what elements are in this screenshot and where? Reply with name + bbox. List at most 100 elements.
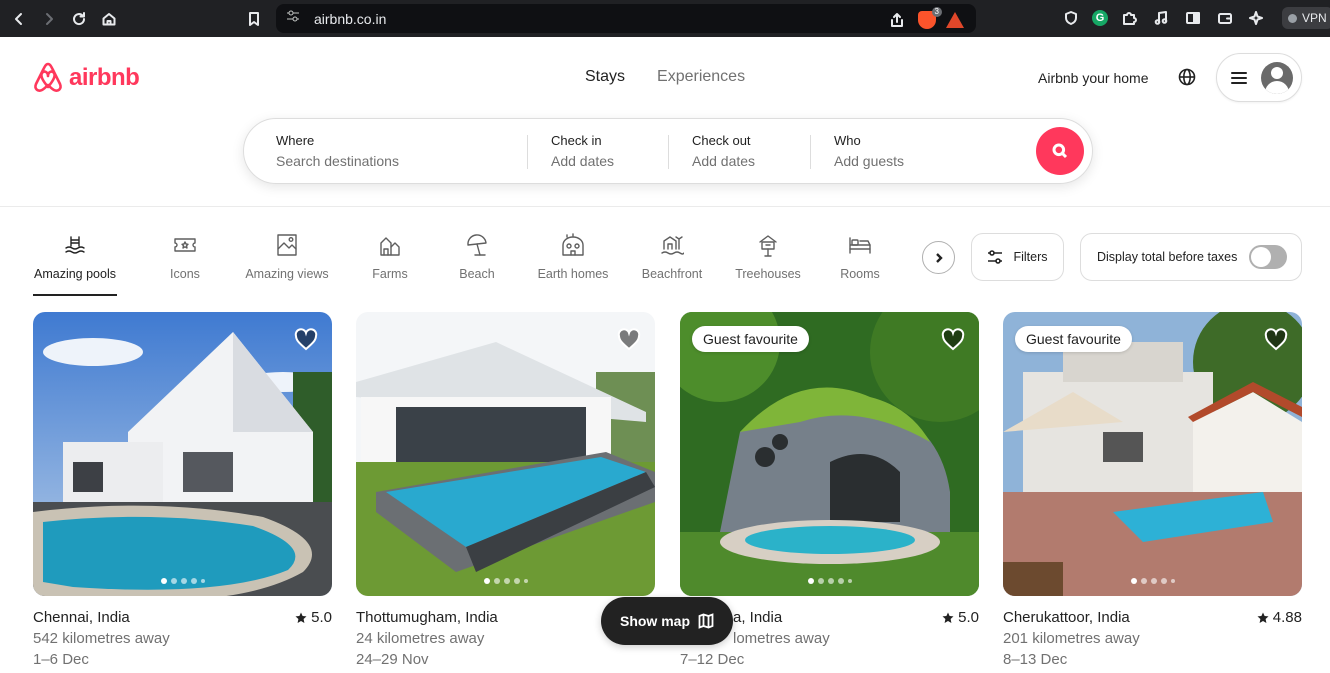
share-icon[interactable] (886, 9, 908, 31)
category-beach[interactable]: Beach (458, 233, 496, 297)
listing-photo[interactable] (33, 312, 332, 596)
checkin-value: Add dates (551, 153, 615, 169)
tab-experiences[interactable]: Experiences (657, 68, 745, 86)
category-beachfront[interactable]: Beachfront (639, 233, 705, 297)
listing-photo[interactable]: Guest favourite (680, 312, 979, 596)
listing-card[interactable]: Chennai, India 5.0 542 kilometres away 1… (33, 312, 332, 668)
brand-name: airbnb (69, 63, 140, 91)
reload-icon[interactable] (68, 8, 90, 30)
divider (527, 135, 528, 169)
language-globe-icon[interactable] (1178, 68, 1196, 91)
category-rooms[interactable]: Rooms (840, 233, 880, 297)
music-icon[interactable] (1150, 7, 1172, 29)
listing-dates: 24–29 Nov (356, 651, 429, 668)
avatar (1261, 61, 1293, 94)
address-bar[interactable]: airbnb.co.in 3 (276, 4, 976, 33)
listing-distance: 201 kilometres away (1003, 630, 1140, 647)
host-link[interactable]: Airbnb your home (1038, 70, 1149, 86)
checkout-label: Check out (692, 133, 751, 148)
category-label: Amazing views (245, 267, 329, 281)
listing-photo-image (1003, 312, 1302, 596)
grammarly-icon[interactable]: G (1092, 10, 1108, 26)
category-icons[interactable]: Icons (160, 233, 210, 297)
listing-photo-image (680, 312, 979, 596)
top-nav: Stays Experiences (585, 68, 745, 86)
category-label: Beachfront (641, 267, 703, 281)
browser-toolbar: airbnb.co.in 3 G VPN (0, 0, 1330, 37)
category-amazing-pools[interactable]: Amazing pools (33, 233, 117, 297)
home-icon[interactable] (98, 8, 120, 30)
sidebar-icon[interactable] (1182, 7, 1204, 29)
wishlist-heart-icon[interactable] (1264, 328, 1288, 357)
photo-pagination (483, 578, 528, 584)
vpn-status-icon (1288, 13, 1297, 23)
guest-favourite-badge: Guest favourite (1015, 326, 1132, 352)
who-field[interactable]: Who Add guests (834, 133, 904, 169)
extensions-icon[interactable] (1118, 7, 1140, 29)
profile-menu-button[interactable] (1216, 53, 1302, 102)
where-label: Where (276, 133, 315, 148)
taxes-toggle[interactable] (1249, 245, 1287, 269)
wishlist-heart-icon[interactable] (617, 328, 641, 357)
back-icon[interactable] (8, 8, 30, 30)
bookmark-icon[interactable] (243, 8, 265, 30)
filters-button[interactable]: Filters (971, 233, 1064, 281)
listing-photo[interactable] (356, 312, 655, 596)
tab-stays[interactable]: Stays (585, 68, 625, 86)
airbnb-logo-icon (34, 62, 62, 92)
category-earth-homes[interactable]: Earth homes (536, 233, 610, 297)
search-bar: Where Search destinations Check in Add d… (243, 118, 1093, 184)
menu-icon (1231, 71, 1247, 84)
who-label: Who (834, 133, 861, 148)
site-info-icon[interactable] (286, 9, 300, 28)
brave-rewards-icon[interactable] (946, 12, 964, 28)
listing-rating: 5.0 (295, 609, 332, 626)
beachfront-icon (661, 236, 684, 255)
divider (668, 135, 669, 169)
categories-next-button[interactable] (922, 241, 955, 274)
category-label: Icons (170, 267, 200, 281)
airbnb-logo[interactable]: airbnb (33, 61, 140, 94)
search-icon (1052, 143, 1068, 159)
checkout-field[interactable]: Check out Add dates (692, 133, 755, 169)
listing-dates: 1–6 Dec (33, 651, 89, 668)
show-map-button[interactable]: Show map (601, 597, 733, 645)
checkout-value: Add dates (692, 153, 756, 169)
star-icon (1257, 612, 1269, 623)
shield-extension-icon[interactable] (1060, 7, 1082, 29)
listing-card[interactable]: Guest favourite Cherukattoor, India 4.88… (1003, 312, 1302, 668)
wishlist-heart-icon[interactable] (941, 328, 965, 357)
filters-icon (988, 250, 1003, 264)
chevron-right-icon (935, 252, 943, 263)
view-icon (277, 234, 297, 256)
search-button[interactable] (1036, 127, 1084, 175)
pool-icon (65, 236, 85, 254)
show-map-label: Show map (619, 613, 690, 629)
who-value: Add guests (834, 153, 905, 169)
leo-ai-icon[interactable] (1246, 7, 1268, 29)
header-divider (0, 206, 1330, 207)
category-amazing-views[interactable]: Amazing views (244, 233, 330, 297)
where-field[interactable]: Where Search destinations (276, 133, 399, 169)
checkin-field[interactable]: Check in Add dates (551, 133, 614, 169)
category-label: Farms (372, 267, 408, 281)
star-icon (295, 612, 307, 623)
barn-icon (380, 237, 400, 256)
category-treehouses[interactable]: Treehouses (734, 233, 802, 297)
wallet-icon[interactable] (1214, 7, 1236, 29)
listing-photo-image (33, 312, 332, 596)
treehouse-icon (759, 235, 777, 257)
where-input[interactable]: Search destinations (276, 153, 399, 169)
category-farms[interactable]: Farms (370, 233, 410, 297)
forward-icon[interactable] (38, 8, 60, 30)
guest-favourite-badge: Guest favourite (692, 326, 809, 352)
vpn-label: VPN (1302, 11, 1327, 25)
vpn-button[interactable]: VPN (1282, 7, 1330, 29)
listing-photo[interactable]: Guest favourite (1003, 312, 1302, 596)
brave-shield-icon[interactable]: 3 (918, 7, 942, 29)
ticket-icon (174, 238, 196, 252)
wishlist-heart-icon[interactable] (294, 328, 318, 357)
rating-value: 5.0 (311, 609, 332, 626)
category-label: Amazing pools (34, 267, 116, 281)
filters-label: Filters (1013, 250, 1048, 264)
